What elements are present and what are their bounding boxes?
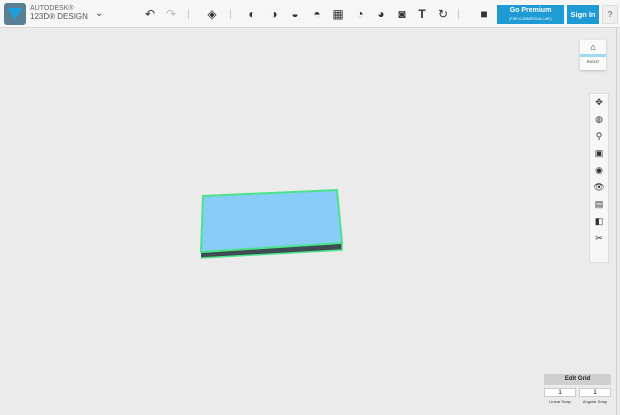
snap-icon[interactable]: ◙ [394,6,410,22]
linear-snap-input[interactable]: 1 [544,388,576,397]
undo-icon[interactable]: ↶ [142,6,158,22]
top-toolbar: AUTODESK® 123D® DESIGN ⌄ ↶ ↷ ◈ ◐ ◑ ◒ ◓ ▦ ◔ ◕ ◙ T ↻ ■ G… [0,0,620,28]
combine-icon[interactable]: ◔ [352,6,368,22]
go-premium-button[interactable]: Go Premium (FOR COMMERCIAL USE) [497,5,564,24]
measure-icon[interactable]: ◕ [373,6,389,22]
pattern-icon[interactable]: ◓ [309,6,325,22]
redo-icon[interactable]: ↷ [163,6,179,22]
sketch-icon[interactable]: ◐ [244,6,260,22]
grouping-icon[interactable]: ▦ [330,6,346,22]
construct-icon[interactable]: ◑ [266,6,282,22]
brand: AUTODESK® 123D® DESIGN [30,5,88,21]
grid-panel: Edit Grid 1 Linear Snap 1 Angular Snap [544,374,611,404]
physical-icon[interactable]: ✂ [590,230,608,247]
text-icon[interactable]: T [414,6,430,22]
view-cube[interactable]: ⌂ RIGHT [580,40,606,70]
primitives-icon[interactable]: ◈ [204,6,220,22]
sign-in-button[interactable]: Sign In [567,5,599,24]
toolbar-separator [458,9,459,19]
divider [616,28,617,415]
material-icon[interactable]: ◧ [590,213,608,230]
toolbar-separator [230,9,231,19]
toolbar-separator [188,9,189,19]
views-icon[interactable]: ◉ [590,162,608,179]
fit-icon[interactable]: ▣ [590,145,608,162]
home-icon[interactable]: ⌂ [580,40,606,52]
help-button[interactable]: ? [602,5,618,24]
visibility-icon[interactable]: 👁 [590,179,608,196]
edit-grid-button[interactable]: Edit Grid [544,374,611,385]
box-icon[interactable]: ■ [476,6,492,22]
grid-icon[interactable]: ▤ [590,196,608,213]
box-object[interactable] [199,188,344,254]
viewport-canvas[interactable] [0,0,620,415]
angular-snap-input[interactable]: 1 [579,388,611,397]
orbit-icon[interactable]: ◍ [590,111,608,128]
zoom-icon[interactable]: ⚲ [590,128,608,145]
chevron-down-icon[interactable]: ⌄ [95,8,103,19]
app-logo-icon[interactable] [4,3,26,25]
pan-icon[interactable]: ✥ [590,94,608,111]
modify-icon[interactable]: ◒ [287,6,303,22]
navigation-bar: ✥ ◍ ⚲ ▣ ◉ 👁 ▤ ◧ ✂ [589,93,609,263]
material-icon[interactable]: ↻ [435,6,451,22]
